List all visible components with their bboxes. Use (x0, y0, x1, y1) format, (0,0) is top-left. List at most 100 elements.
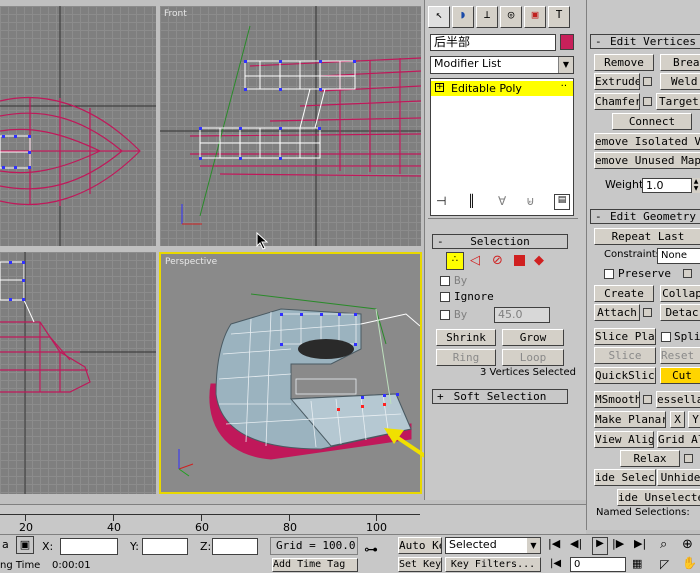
show-end-result-icon[interactable]: ║ (468, 194, 475, 208)
connect-button[interactable]: Connect (612, 113, 692, 130)
create-button[interactable]: Create (594, 285, 654, 302)
attach-list-button[interactable] (643, 308, 652, 317)
lock-selection-icon[interactable]: a (2, 538, 9, 551)
x-coordinate-field[interactable] (60, 538, 118, 555)
target-weld-button[interactable]: Target (656, 93, 700, 110)
element-subobject-icon[interactable]: ◆ (534, 253, 544, 268)
vertex-subobject-icon[interactable]: ∴ (446, 252, 464, 270)
weld-button[interactable]: Weld (660, 73, 700, 90)
modify-tab-icon[interactable]: ◗ (452, 6, 474, 28)
selection-rollout-header[interactable]: - Selection (432, 234, 568, 249)
constraints-dropdown[interactable]: None (657, 248, 700, 264)
make-planar-button[interactable]: Make Planar (594, 411, 666, 428)
slice-button[interactable]: Slice (594, 347, 656, 364)
slice-plane-button[interactable]: Slice Plane (594, 328, 656, 345)
remove-isolated-vertices-button[interactable]: emove Isolated Vert (594, 133, 700, 150)
viewport-left[interactable] (0, 252, 156, 494)
cut-button[interactable]: Cut (660, 367, 700, 384)
expand-plus-icon[interactable]: + (435, 83, 444, 92)
chamfer-settings-button[interactable] (643, 97, 652, 106)
object-name-field[interactable]: 后半部 (430, 34, 556, 51)
remove-unused-map-verts-button[interactable]: emove Unused Map V (594, 152, 700, 169)
hierarchy-tab-icon[interactable]: ⊥ (476, 6, 498, 28)
shrink-button[interactable]: Shrink (436, 329, 496, 346)
soft-selection-rollout-header[interactable]: + Soft Selection (432, 389, 568, 404)
play-icon[interactable]: ▶ (592, 537, 608, 555)
make-unique-icon[interactable]: ∀ (498, 194, 506, 208)
detach-button[interactable]: Detac (660, 304, 700, 321)
repeat-last-button[interactable]: Repeat Last (594, 228, 700, 245)
hide-unselected-button[interactable]: ide Unselected (617, 489, 700, 506)
unhide-all-button[interactable]: Unhide (657, 469, 700, 486)
z-coordinate-field[interactable] (212, 538, 258, 555)
loop-button[interactable]: Loop (502, 349, 564, 366)
tessellate-button[interactable]: essella (656, 391, 700, 408)
remove-modifier-icon[interactable]: ⊌ (526, 194, 535, 208)
key-icon[interactable]: ⊶ (364, 542, 378, 558)
stack-item-editable-poly[interactable]: + Editable Poly ·· (431, 81, 573, 96)
go-to-end-icon[interactable]: ▶| (634, 537, 646, 550)
viewport-front[interactable]: Front (160, 6, 421, 246)
break-button[interactable]: Break (660, 54, 700, 71)
extrude-button[interactable]: Extrude (594, 73, 640, 90)
time-config-icon[interactable]: ▦ (632, 557, 642, 570)
view-align-button[interactable]: View Align (594, 431, 654, 448)
zoom-all-icon[interactable]: ⊕ (682, 537, 693, 552)
split-checkbox[interactable] (661, 332, 671, 342)
grid-align-button[interactable]: Grid Al (657, 431, 700, 448)
set-key-button[interactable]: Set Key (398, 557, 442, 572)
pin-stack-icon[interactable]: ⊣ (436, 194, 446, 208)
display-tab-icon[interactable]: ▣ (524, 6, 546, 28)
previous-frame-icon[interactable]: ◀| (570, 537, 582, 550)
by-vertex-checkbox[interactable] (440, 276, 450, 286)
key-mode-dropdown[interactable]: Selected ▼ (445, 537, 541, 554)
quickslice-button[interactable]: QuickSlice (594, 367, 656, 384)
hide-selected-button[interactable]: ide Selected (594, 469, 656, 486)
create-tab-icon[interactable]: ↖ (428, 6, 450, 28)
by-angle-checkbox[interactable] (440, 310, 450, 320)
spinner-arrows-icon[interactable]: ▲ ▼ (692, 178, 700, 193)
relax-settings-button[interactable] (684, 454, 693, 463)
key-mode-toggle-icon[interactable]: |◀ (550, 558, 561, 569)
border-subobject-icon[interactable]: ⊘ (492, 253, 503, 268)
preserve-uvs-checkbox[interactable] (604, 269, 614, 279)
attach-button[interactable]: Attach (594, 304, 640, 321)
absolute-mode-icon[interactable]: ▣ (16, 536, 34, 554)
current-frame-field[interactable]: 0 (570, 557, 626, 572)
preserve-uvs-settings-button[interactable] (683, 269, 692, 278)
ring-button[interactable]: Ring (436, 349, 496, 366)
auto-key-button[interactable]: Auto Key (398, 537, 442, 554)
zoom-icon[interactable]: ⌕ (660, 537, 667, 552)
msmooth-button[interactable]: MSmooth (594, 391, 640, 408)
motion-tab-icon[interactable]: ◎ (500, 6, 522, 28)
field-of-view-icon[interactable]: ◸ (660, 557, 669, 571)
grow-button[interactable]: Grow (502, 329, 564, 346)
edit-geometry-rollout-header[interactable]: - Edit Geometry (590, 209, 700, 224)
key-filters-button[interactable]: Key Filters... (445, 557, 541, 572)
ignore-backfacing-checkbox[interactable] (440, 292, 450, 302)
weight-spinner[interactable]: 1.0 (642, 178, 692, 193)
collapse-button[interactable]: Collap (660, 285, 700, 302)
modifier-list-dropdown[interactable]: Modifier List ▼ (430, 56, 574, 74)
configure-sets-icon[interactable]: ▤ (554, 194, 570, 210)
planar-x-button[interactable]: X (670, 411, 685, 428)
remove-button[interactable]: Remove (594, 54, 654, 71)
edit-vertices-rollout-header[interactable]: - Edit Vertices (590, 34, 700, 49)
utilities-tab-icon[interactable]: T (548, 6, 570, 28)
relax-button[interactable]: Relax (620, 450, 680, 467)
angle-spinner[interactable]: 45.0 (494, 307, 550, 323)
viewport-top[interactable] (0, 6, 156, 246)
edge-subobject-icon[interactable]: ◁ (470, 253, 480, 268)
planar-y-button[interactable]: Y (688, 411, 700, 428)
msmooth-settings-button[interactable] (643, 395, 652, 404)
go-to-start-icon[interactable]: |◀ (548, 537, 560, 550)
add-time-tag-button[interactable]: Add Time Tag (272, 558, 358, 572)
reset-plane-button[interactable]: Reset Pl (660, 347, 700, 364)
y-coordinate-field[interactable] (142, 538, 188, 555)
pan-hand-icon[interactable]: ✋ (682, 556, 697, 570)
chamfer-button[interactable]: Chamfer (594, 93, 640, 110)
object-color-swatch[interactable] (560, 34, 574, 50)
next-frame-icon[interactable]: |▶ (612, 537, 624, 550)
polygon-subobject-icon[interactable] (514, 255, 525, 266)
extrude-settings-button[interactable] (643, 77, 652, 86)
